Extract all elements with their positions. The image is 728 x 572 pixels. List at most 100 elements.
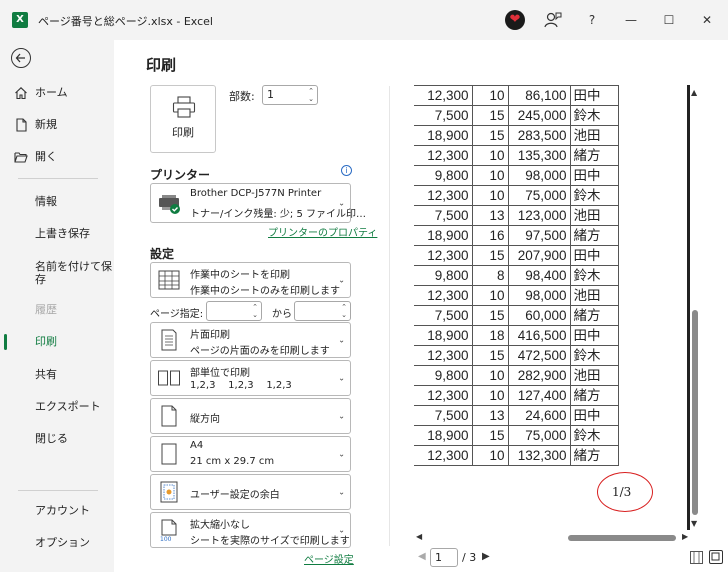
one-sided-icon [161,329,177,351]
nav-close-label: 閉じる [35,432,68,445]
table-cell: 12,300 [414,85,473,106]
table-cell: 緒方 [569,305,619,326]
table-cell: 緒方 [569,445,619,466]
paper-size-desc: 21 cm x 29.7 cm [190,456,275,467]
orientation-dropdown[interactable]: 縦方向 ⌄ [150,398,351,434]
table-cell: 75,000 [507,185,571,206]
table-cell: 12,300 [414,185,473,206]
table-cell: 田中 [569,405,619,426]
nav-separator [18,178,98,179]
stepper-arrows-icon[interactable]: ⌃ ⌄ [252,303,258,319]
paper-size-icon [161,443,177,465]
portrait-page-icon [161,405,177,427]
info-icon[interactable]: i [341,165,352,176]
table-cell: 池田 [569,285,619,306]
account-heart-icon[interactable]: ❤ [505,10,525,30]
table-cell: 12,300 [414,285,473,306]
scroll-left-arrow-icon[interactable]: ◀ [416,532,422,541]
previous-page-icon[interactable]: ◀ [418,551,426,562]
horizontal-scroll-thumb[interactable] [568,535,676,541]
new-file-icon [16,118,27,132]
current-page-input[interactable]: 1 [430,548,458,567]
print-what-desc: 作業中のシートのみを印刷します [190,286,340,297]
table-cell: 12,300 [414,345,473,366]
table-cell: 15 [471,305,509,326]
table-cell: 98,000 [507,165,571,186]
sides-dropdown[interactable]: 片面印刷 ページの片面のみを印刷します ⌄ [150,322,351,358]
vertical-scroll-thumb[interactable] [692,310,698,515]
table-row: 12,300 10 127,400 緒方 [414,385,619,406]
table-cell: 12,300 [414,385,473,406]
table-row: 18,900 18 416,500 田中 [414,325,619,346]
back-arrow-icon[interactable] [11,48,31,68]
nav-share-label: 共有 [35,368,57,381]
pages-from-input[interactable]: ⌃ ⌄ [206,301,262,321]
collate-desc: 1,2,3 1,2,3 1,2,3 [190,380,292,391]
print-button[interactable]: 印刷 [150,85,216,153]
table-cell: 98,400 [507,265,571,286]
table-cell: 7,500 [414,305,473,326]
page-number-footer: 1/3 [612,485,632,499]
nav-active-indicator [4,334,7,350]
help-button[interactable]: ? [581,9,603,31]
table-cell: 10 [471,385,509,406]
table-cell: 75,000 [507,425,571,446]
table-row: 9,800 10 282,900 池田 [414,365,619,386]
minimize-button[interactable]: — [620,9,642,31]
table-cell: 98,000 [507,285,571,306]
maximize-button[interactable]: ☐ [658,9,680,31]
nav-home-label: ホーム [35,86,68,99]
title-bar: X ページ番号と総ページ.xlsx - Excel ❤ ? — ☐ ✕ [0,0,728,40]
scroll-up-arrow-icon[interactable]: ▲ [691,88,697,97]
nav-save-label: 上書き保存 [35,227,90,240]
table-cell: 12,300 [414,145,473,166]
table-cell: 18,900 [414,125,473,146]
scroll-down-arrow-icon[interactable]: ▼ [691,519,697,528]
table-row: 7,500 13 123,000 池田 [414,205,619,226]
table-cell: 283,500 [507,125,571,146]
zoom-to-page-icon[interactable] [709,550,723,564]
table-cell: 127,400 [507,385,571,406]
paper-size-dropdown[interactable]: A4 21 cm x 29.7 cm ⌄ [150,436,351,472]
table-cell: 鈴木 [569,265,619,286]
table-cell: 10 [471,445,509,466]
sheet-grid-icon [158,270,180,290]
copies-stepper[interactable]: 1 ⌃ ⌄ [262,85,318,105]
stepper-arrows-icon[interactable]: ⌃ ⌄ [341,303,347,319]
nav-save-as-label: 名前を付けて保 存 [35,260,112,286]
collate-label: 部単位で印刷 [190,368,250,379]
print-what-dropdown[interactable]: 作業中のシートを印刷 作業中のシートのみを印刷します ⌄ [150,262,351,298]
print-what-label: 作業中のシートを印刷 [190,270,290,281]
table-cell: 緒方 [569,225,619,246]
table-cell: 60,000 [507,305,571,326]
table-row: 12,300 10 75,000 鈴木 [414,185,619,206]
chevron-down-icon: ⌄ [338,411,345,421]
table-cell: 緒方 [569,385,619,406]
copies-value: 1 [267,88,274,101]
pages-to-input[interactable]: ⌃ ⌄ [294,301,351,321]
chevron-down-icon: ⌄ [338,335,345,345]
close-button[interactable]: ✕ [696,9,718,31]
table-row: 9,800 10 98,000 田中 [414,165,619,186]
stepper-arrows-icon[interactable]: ⌃ ⌄ [308,87,314,103]
next-page-icon[interactable]: ▶ [482,551,490,562]
scaling-dropdown[interactable]: 100 拡大縮小なし シートを実際のサイズで印刷します ⌄ [150,512,351,548]
printer-dropdown[interactable]: Brother DCP-J577N Printer トナー/インク残量: 少; … [150,183,366,223]
table-row: 9,800 8 98,400 鈴木 [414,265,619,286]
table-cell: 田中 [569,85,619,106]
page-setup-link[interactable]: ページ設定 [304,551,354,566]
feedback-icon[interactable] [544,11,562,29]
backstage-nav: ホーム 新規 開く 情報 上書き保存 名前を付けて保 存 履歴 印刷 共有 エク… [0,40,114,572]
collate-dropdown[interactable]: 部単位で印刷 1,2,3 1,2,3 1,2,3 ⌄ [150,360,351,396]
table-cell: 135,300 [507,145,571,166]
window-title: ページ番号と総ページ.xlsx - Excel [38,15,213,28]
printer-properties-link[interactable]: プリンターのプロパティ [268,224,377,239]
table-cell: 鈴木 [569,425,619,446]
folder-open-icon [14,152,28,163]
table-cell: 9,800 [414,365,473,386]
scroll-right-arrow-icon[interactable]: ▶ [682,532,688,541]
table-cell: 18,900 [414,325,473,346]
table-cell: 池田 [569,125,619,146]
show-margins-icon[interactable] [690,551,703,564]
margins-dropdown[interactable]: ユーザー設定の余白 ⌄ [150,474,351,510]
